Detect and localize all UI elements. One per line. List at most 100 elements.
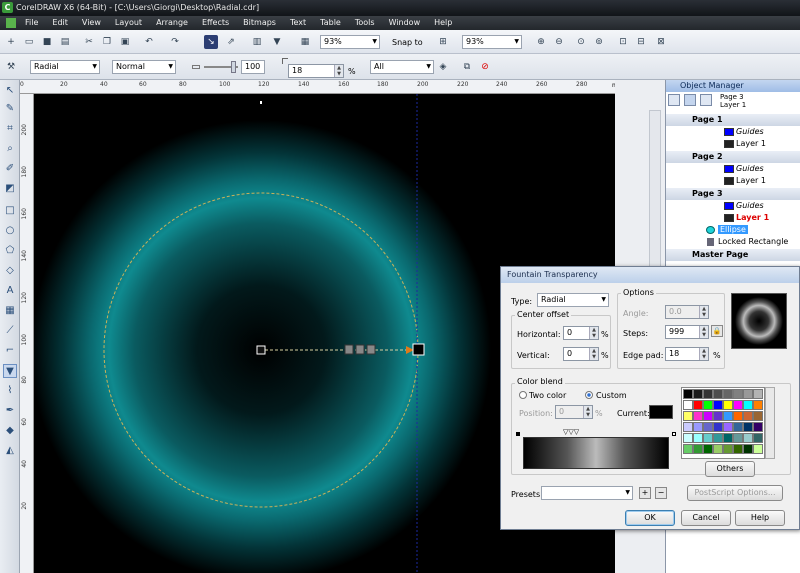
open-icon[interactable]: ▭ xyxy=(22,35,36,49)
transparency-type-select[interactable]: Radial ▼ xyxy=(30,60,100,74)
vertical-ruler[interactable]: 200 180 160 140 120 100 80 60 40 20 xyxy=(20,94,34,573)
palette-swatch[interactable] xyxy=(693,389,703,399)
palette-swatch[interactable] xyxy=(713,444,723,454)
palette-swatch[interactable] xyxy=(683,422,693,432)
om-layer-row[interactable]: Layer 1 xyxy=(666,175,800,187)
edge-pad-input[interactable]: 18 ▲ ▼ xyxy=(288,64,344,78)
menu-text[interactable]: Text xyxy=(283,16,313,30)
custom-radio[interactable] xyxy=(585,391,593,399)
palette-swatch[interactable] xyxy=(743,444,753,454)
angle-input[interactable]: 0.0 ▲ ▼ xyxy=(665,305,709,319)
palette-swatch[interactable] xyxy=(753,389,763,399)
cancel-button[interactable]: Cancel xyxy=(681,510,731,526)
paste-icon[interactable]: ▣ xyxy=(118,35,132,49)
connector-tool-icon[interactable]: ⌐ xyxy=(3,344,17,358)
palette-swatch[interactable] xyxy=(723,422,733,432)
palette-swatch[interactable] xyxy=(693,400,703,410)
palette-swatch[interactable] xyxy=(703,444,713,454)
type-select[interactable]: Radial ▼ xyxy=(537,293,609,307)
freeze-icon[interactable]: ◈ xyxy=(436,60,450,74)
palette-swatch[interactable] xyxy=(703,422,713,432)
basic-shapes-icon[interactable]: ◇ xyxy=(3,264,17,278)
palette-swatch[interactable] xyxy=(733,422,743,432)
palette-swatch[interactable] xyxy=(733,444,743,454)
palette-swatch[interactable] xyxy=(733,389,743,399)
om-layer-row[interactable]: Guides xyxy=(666,163,800,175)
om-page-row[interactable]: Page 1 xyxy=(666,114,800,126)
add-preset-icon[interactable]: + xyxy=(639,487,651,499)
menu-window[interactable]: Window xyxy=(382,16,428,30)
document-menu-icon[interactable] xyxy=(6,18,16,28)
palette-swatch[interactable] xyxy=(683,389,693,399)
palette-swatch[interactable] xyxy=(723,411,733,421)
help-button[interactable]: Help xyxy=(735,510,785,526)
zoom-level-select-2[interactable]: 93% ▼ xyxy=(462,35,522,49)
om-page-row[interactable]: Master Page xyxy=(666,249,800,261)
horizontal-ruler[interactable]: 0 20 40 60 80 100 120 140 160 180 200 22… xyxy=(20,80,615,94)
others-button[interactable]: Others xyxy=(705,461,755,477)
zoom-selected-icon[interactable]: ⊙ xyxy=(574,35,588,49)
om-layer-row[interactable]: Layer 1 xyxy=(666,138,800,150)
menu-arrange[interactable]: Arrange xyxy=(149,16,195,30)
transparency-midpoint-node[interactable] xyxy=(355,344,365,355)
om-layer-row[interactable]: Guides xyxy=(666,200,800,212)
palette-swatch[interactable] xyxy=(723,389,733,399)
dimension-tool-icon[interactable]: ⟋ xyxy=(3,324,17,338)
print-icon[interactable]: ▤ xyxy=(58,35,72,49)
menu-bitmaps[interactable]: Bitmaps xyxy=(236,16,283,30)
palette-swatch[interactable] xyxy=(693,444,703,454)
text-tool-icon[interactable]: A xyxy=(3,284,17,298)
blend-end-marker[interactable] xyxy=(672,432,676,436)
midpoint-slider-handle[interactable] xyxy=(231,61,236,73)
application-launcher-icon[interactable]: ▼ xyxy=(270,35,284,49)
eyedropper-tool-icon[interactable]: ⌇ xyxy=(3,384,17,398)
import-icon[interactable]: ↘ xyxy=(204,35,218,49)
freehand-tool-icon[interactable]: ✐ xyxy=(3,162,17,176)
menu-effects[interactable]: Effects xyxy=(195,16,236,30)
menu-file[interactable]: File xyxy=(18,16,45,30)
zoom-tool-icon[interactable]: ⌕ xyxy=(3,142,17,156)
palette-swatch[interactable] xyxy=(683,433,693,443)
publish-pdf-icon[interactable]: ▥ xyxy=(250,35,264,49)
menu-table[interactable]: Table xyxy=(313,16,348,30)
transparency-midpoint-node[interactable] xyxy=(366,344,376,355)
palette-swatch[interactable] xyxy=(753,400,763,410)
zoom-height-icon[interactable]: ⊠ xyxy=(654,35,668,49)
pick-tool-icon[interactable]: ↖ xyxy=(3,84,17,98)
apply-to-select[interactable]: All ▼ xyxy=(370,60,434,74)
menu-help[interactable]: Help xyxy=(427,16,459,30)
palette-swatch[interactable] xyxy=(733,400,743,410)
table-tool-icon[interactable]: ▦ xyxy=(3,304,17,318)
crop-tool-icon[interactable]: ⌗ xyxy=(3,122,17,136)
palette-swatch[interactable] xyxy=(743,433,753,443)
position-input[interactable]: 0 ▲ ▼ xyxy=(555,405,593,419)
transparency-start-node[interactable] xyxy=(256,345,266,355)
palette-swatch[interactable] xyxy=(713,422,723,432)
palette-swatch[interactable] xyxy=(713,400,723,410)
steps-input[interactable]: 999 ▲ ▼ xyxy=(665,325,709,339)
palette-swatch[interactable] xyxy=(743,411,753,421)
clear-transparency-icon[interactable]: ⊘ xyxy=(478,60,492,74)
om-object-row-rectangle[interactable]: Locked Rectangle xyxy=(666,236,800,248)
om-page-row[interactable]: Page 2 xyxy=(666,151,800,163)
redo-icon[interactable]: ↷ xyxy=(168,35,182,49)
palette-swatch[interactable] xyxy=(693,433,703,443)
color-blend-bar[interactable] xyxy=(523,437,669,469)
snap-options-icon[interactable]: ⊞ xyxy=(436,35,450,49)
palette-swatch[interactable] xyxy=(743,400,753,410)
palette-swatch[interactable] xyxy=(753,422,763,432)
horizontal-input[interactable]: 0 ▲ ▼ xyxy=(563,326,599,340)
palette-swatch[interactable] xyxy=(743,422,753,432)
zoom-level-select[interactable]: 93% ▼ xyxy=(320,35,380,49)
menu-edit[interactable]: Edit xyxy=(45,16,75,30)
ok-button[interactable]: OK xyxy=(625,510,675,526)
vertical-input[interactable]: 0 ▲ ▼ xyxy=(563,347,599,361)
palette-swatch[interactable] xyxy=(723,400,733,410)
polygon-tool-icon[interactable]: ⬠ xyxy=(3,244,17,258)
remove-preset-icon[interactable]: − xyxy=(655,487,667,499)
om-object-row-ellipse[interactable]: Ellipse xyxy=(666,224,800,236)
transparency-preset-icon[interactable]: ⚒ xyxy=(4,60,18,74)
palette-swatch[interactable] xyxy=(753,433,763,443)
palette-swatch[interactable] xyxy=(703,400,713,410)
transparency-end-node[interactable] xyxy=(412,343,425,356)
